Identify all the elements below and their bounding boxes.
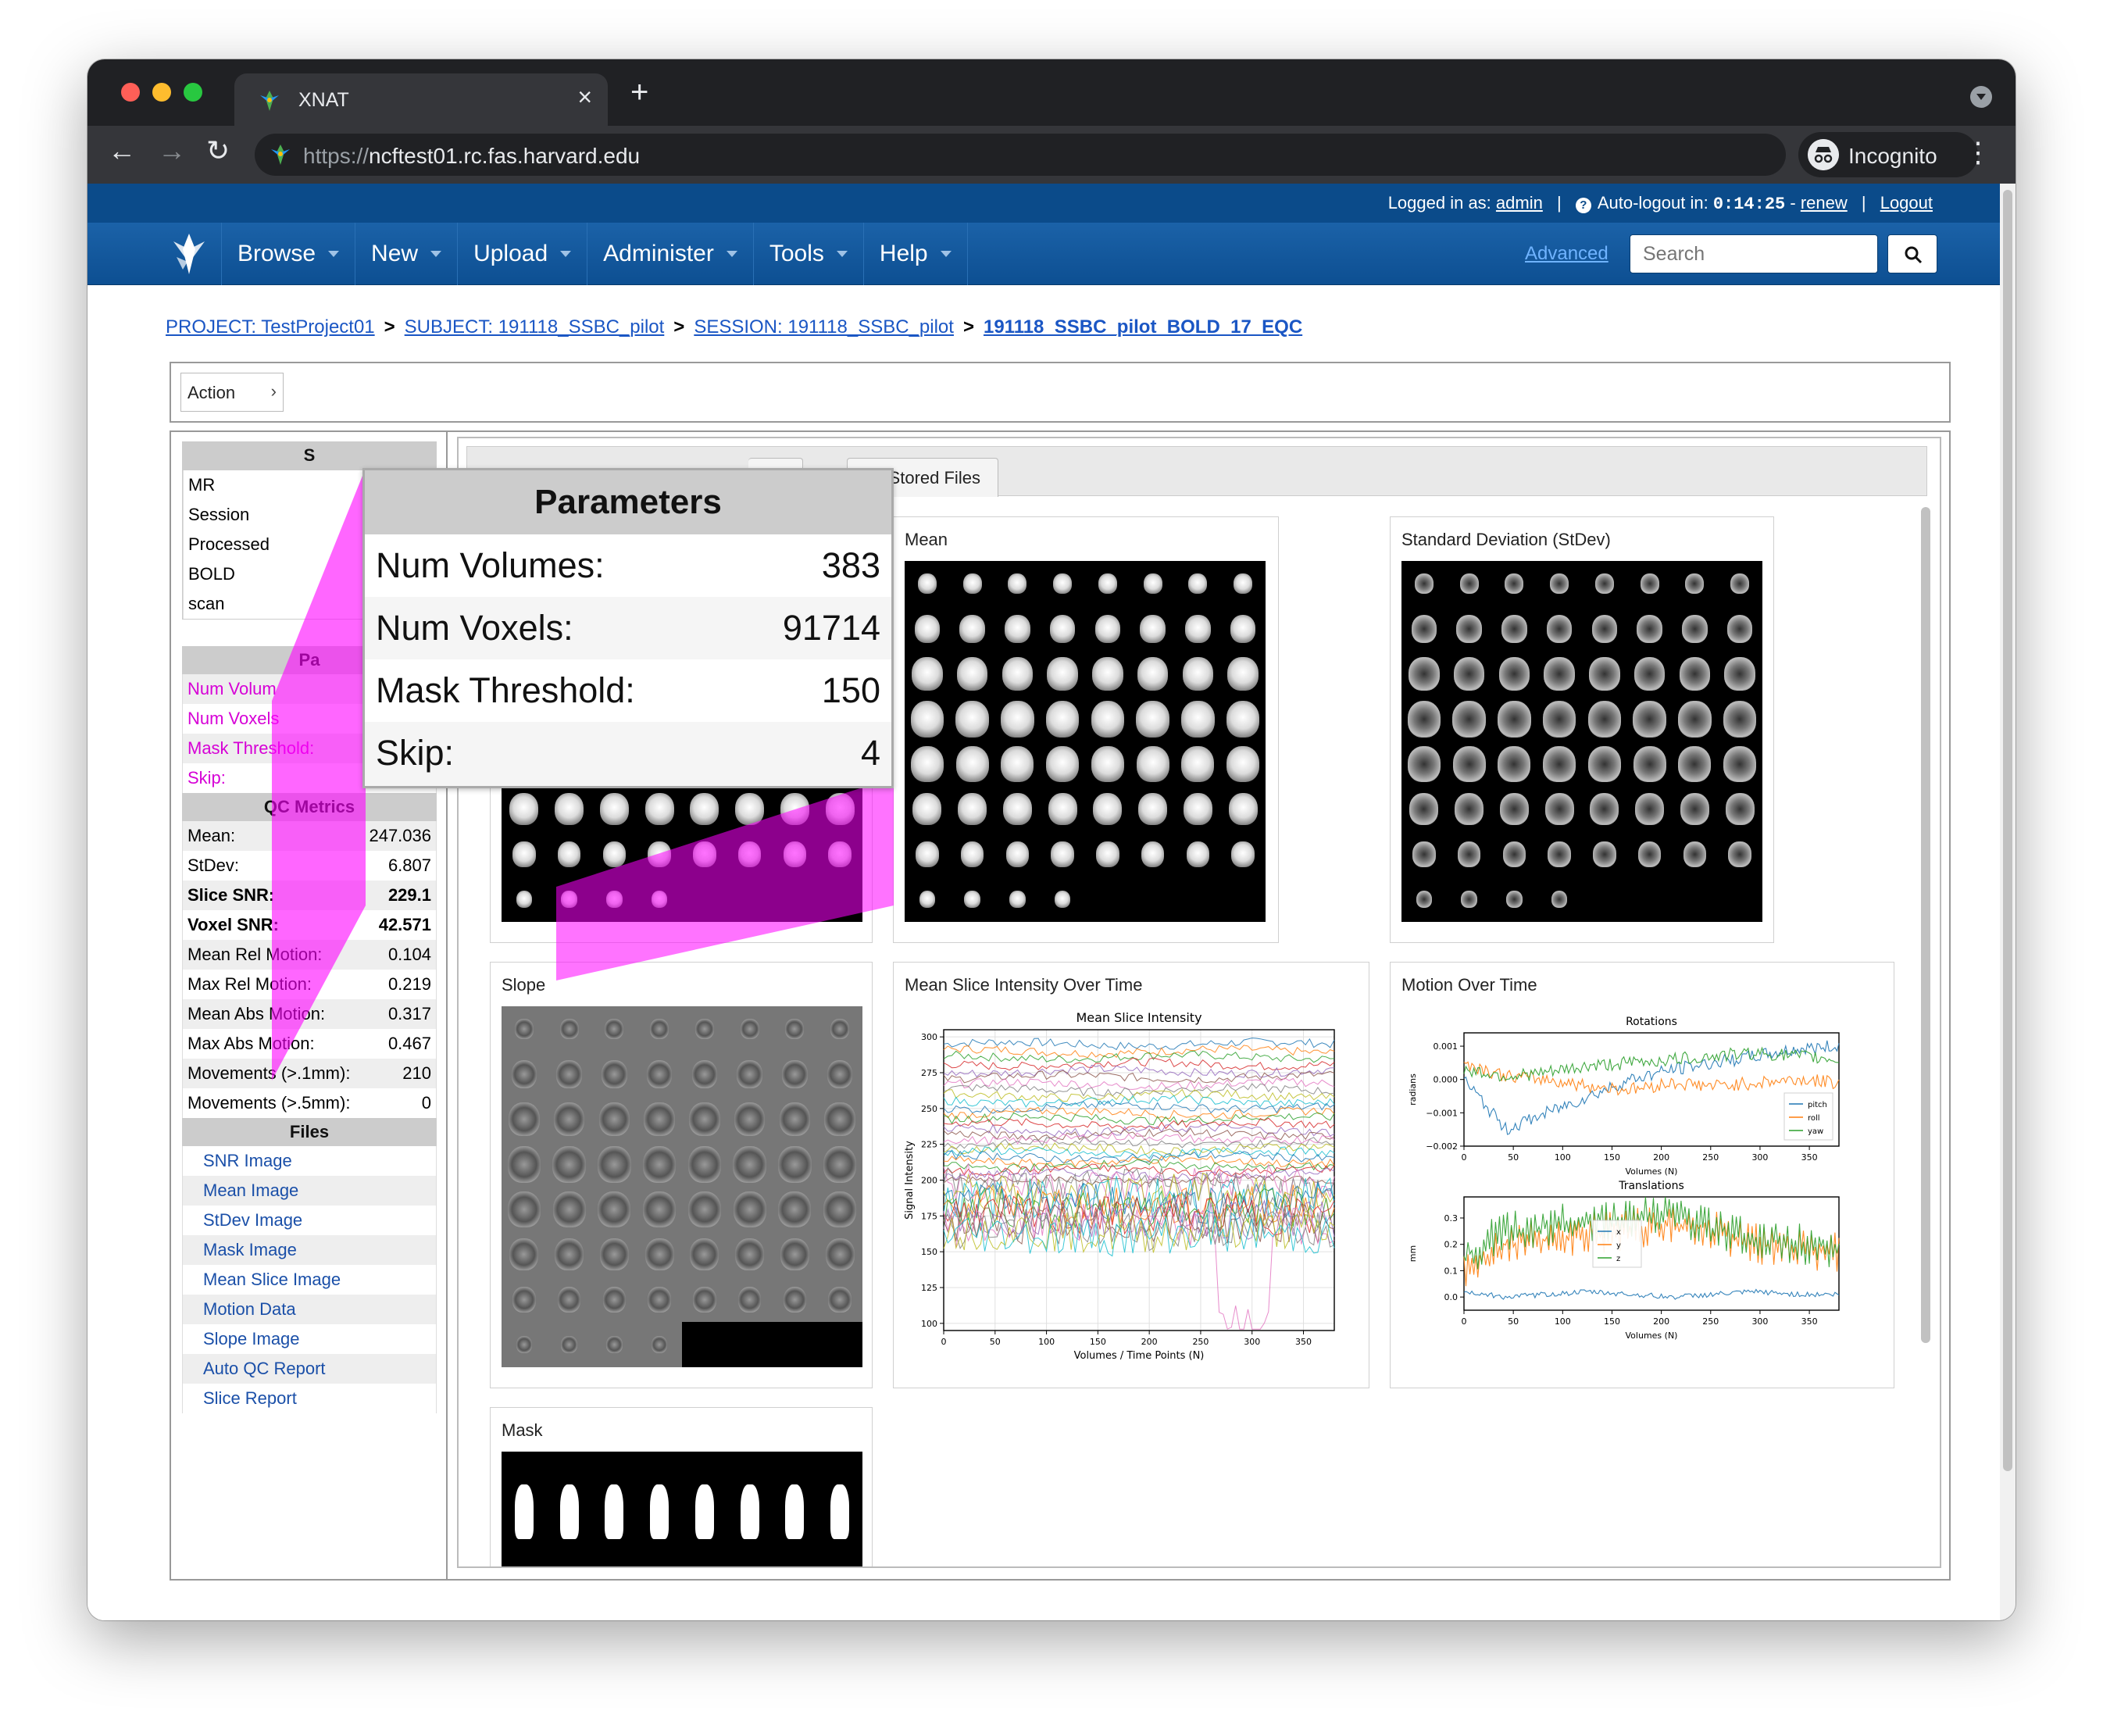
callout-row: Num Voxels: 91714 — [365, 597, 891, 659]
zoom-wedge — [272, 468, 366, 1081]
callout-value: 91714 — [782, 608, 880, 648]
callout-label: Num Volumes: — [376, 545, 605, 585]
url-text: https://ncftest01.rc.fas.harvard.edu — [303, 144, 641, 168]
close-window-button[interactable] — [121, 83, 140, 102]
callout-row: Num Volumes: 383 — [365, 534, 891, 597]
incognito-label: Incognito — [1848, 144, 1937, 168]
callout-label: Skip: — [376, 733, 455, 773]
zoom-guide — [272, 468, 894, 1081]
site-favicon-icon — [271, 145, 290, 165]
forward-icon[interactable]: → — [158, 137, 186, 165]
tab-search-icon[interactable] — [1970, 86, 1992, 108]
zoom-wedge — [556, 777, 894, 981]
callout-row: Skip: 4 — [365, 722, 891, 784]
maximize-window-button[interactable] — [184, 83, 202, 102]
address-bar[interactable]: https://ncftest01.rc.fas.harvard.edu — [255, 134, 1786, 176]
callout-label: Mask Threshold: — [376, 670, 635, 710]
page-scrollbar[interactable] — [2000, 184, 2016, 1620]
callout-row: Mask Threshold: 150 — [365, 659, 891, 722]
callout-value: 4 — [860, 733, 880, 773]
tab-title: XNAT — [298, 89, 349, 111]
reload-icon[interactable]: ↻ — [206, 137, 230, 165]
callout-header: Parameters — [365, 470, 891, 534]
xnat-favicon-icon — [260, 91, 279, 111]
browser-tab[interactable]: XNAT × — [234, 73, 608, 126]
browser-menu-icon[interactable]: ⋮ — [1964, 138, 1992, 166]
scroll-thumb[interactable] — [2003, 190, 2012, 1471]
browser-toolbar: ← → ↻ https://ncftest01.rc.fas.harvard.e… — [87, 126, 2016, 184]
close-tab-icon[interactable]: × — [577, 84, 592, 109]
incognito-icon — [1808, 139, 1839, 170]
callout-value: 383 — [821, 545, 880, 585]
back-icon[interactable]: ← — [108, 137, 136, 165]
callout-label: Num Voxels: — [376, 608, 573, 648]
browser-window: XNAT × + ← → ↻ https://ncftest01.rc.fas.… — [87, 59, 2016, 1620]
new-tab-icon[interactable]: + — [630, 77, 648, 108]
minimize-window-button[interactable] — [152, 83, 171, 102]
page-viewport: Logged in as: admin | ? Auto-logout in: 0… — [87, 184, 2000, 1620]
callout-value: 150 — [821, 670, 880, 710]
parameters-callout: Parameters Num Volumes: 383 Num Voxels: 91… — [362, 468, 894, 788]
incognito-badge[interactable]: Incognito — [1798, 132, 1978, 177]
title-bar: XNAT × + — [87, 59, 2016, 126]
